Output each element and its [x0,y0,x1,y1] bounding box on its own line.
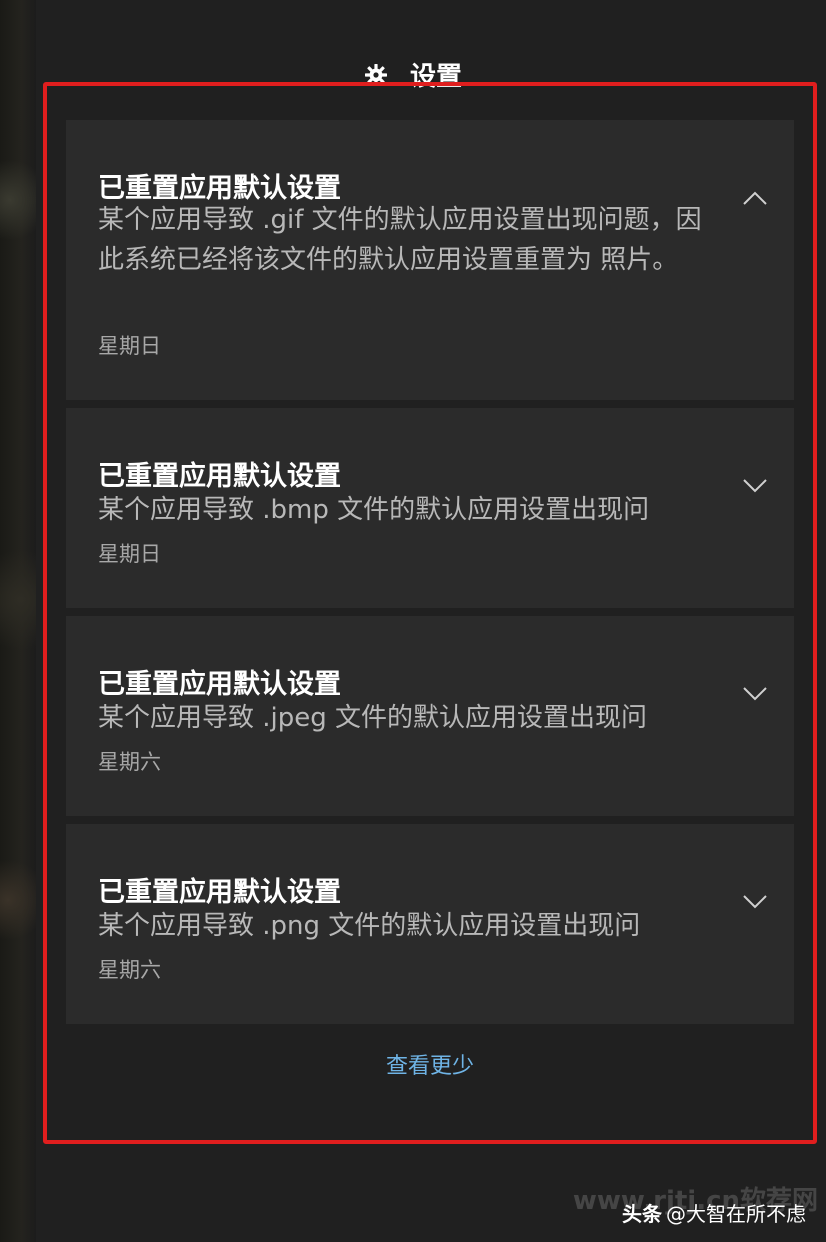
notification-date: 星期日 [98,334,161,358]
chevron-down-icon[interactable] [742,478,768,494]
notification-body: 某个应用导致 .gif 文件的默认应用设置出现问题，因此系统已经将该文件的默认应… [98,205,702,275]
notification-body: 某个应用导致 .jpeg 文件的默认应用设置出现问 [98,703,648,733]
notification-card[interactable]: 已重置应用默认设置 某个应用导致 .jpeg 文件的默认应用设置出现问 星期六 [66,616,794,816]
notification-card[interactable]: 已重置应用默认设置 某个应用导致 .gif 文件的默认应用设置出现问题，因此系统… [66,120,794,400]
notification-body: 某个应用导致 .bmp 文件的默认应用设置出现问 [98,495,650,525]
notification-date: 星期日 [98,542,161,566]
notification-title: 已重置应用默认设置 [98,669,341,700]
notification-body: 某个应用导致 .png 文件的默认应用设置出现问 [98,911,641,941]
chevron-up-icon[interactable] [742,190,768,206]
credit-author: @大智在所不虑 [666,1202,806,1226]
image-credit: 头条 @大智在所不虑 [622,1198,806,1227]
see-less-link[interactable]: 查看更少 [0,1048,826,1080]
notification-title: 已重置应用默认设置 [98,877,341,908]
notification-date: 星期六 [98,958,161,982]
chevron-down-icon[interactable] [742,894,768,910]
chevron-down-icon[interactable] [742,686,768,702]
notification-date: 星期六 [98,750,161,774]
notification-card[interactable]: 已重置应用默认设置 某个应用导致 .bmp 文件的默认应用设置出现问 星期日 [66,408,794,608]
notification-title: 已重置应用默认设置 [98,461,341,492]
notification-card[interactable]: 已重置应用默认设置 某个应用导致 .png 文件的默认应用设置出现问 星期六 [66,824,794,1024]
credit-brand: 头条 [622,1202,662,1226]
